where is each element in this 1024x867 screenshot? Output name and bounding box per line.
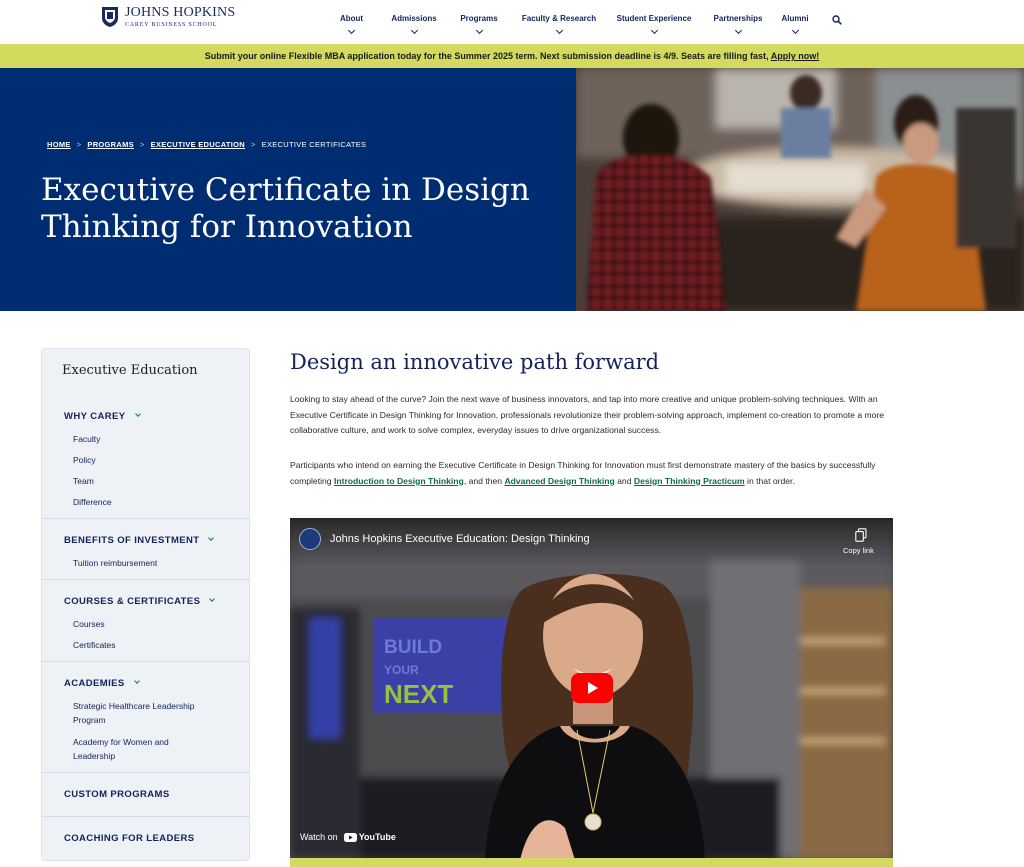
- intro-design-thinking-link[interactable]: Introduction to Design Thinking: [334, 476, 464, 486]
- nav-partnerships-label: Partnerships: [713, 14, 763, 23]
- copy-link-label[interactable]: Copy link: [843, 546, 874, 555]
- sidebar-link-policy[interactable]: Policy: [73, 453, 96, 467]
- chevron-down-icon: [134, 411, 141, 417]
- nav-about[interactable]: About: [330, 0, 373, 35]
- section-heading: Design an innovative path forward: [290, 350, 660, 374]
- nav-student-experience-label: Student Experience: [616, 14, 692, 23]
- shield-icon: [102, 7, 118, 27]
- nav-student-experience[interactable]: Student Experience: [608, 0, 700, 35]
- sidebar-heading-label: ACADEMIES: [64, 678, 125, 689]
- chevron-down-icon: [650, 26, 658, 35]
- hero: HOME > PROGRAMS > EXECUTIVE EDUCATION > …: [0, 68, 1024, 311]
- advanced-design-thinking-link[interactable]: Advanced Design Thinking: [504, 476, 614, 486]
- nav-admissions[interactable]: Admissions: [385, 0, 443, 35]
- sidebar-link-difference[interactable]: Difference: [73, 495, 112, 509]
- breadcrumb: HOME > PROGRAMS > EXECUTIVE EDUCATION > …: [47, 140, 366, 149]
- design-thinking-practicum-link[interactable]: Design Thinking Practicum: [634, 476, 745, 486]
- sidebar-section-benefits: BENEFITS OF INVESTMENT Tuition reimburse…: [42, 518, 249, 579]
- sidebar-section-why-carey: WHY CAREY Faculty Policy Team Difference: [42, 394, 249, 518]
- chevron-down-icon: [208, 535, 215, 541]
- sidebar-heading-academies[interactable]: ACADEMIES: [64, 678, 140, 689]
- copy-icon[interactable]: [855, 528, 867, 542]
- requirements-text: and: [614, 475, 634, 486]
- sidebar-section-courses: COURSES & CERTIFICATES Courses Certifica…: [42, 579, 249, 661]
- youtube-logo: YouTube: [343, 832, 396, 842]
- breadcrumb-separator: >: [139, 140, 145, 149]
- video-bottom-accent: [290, 858, 893, 867]
- hero-photo: [576, 68, 1024, 311]
- nav-faculty-research-label: Faculty & Research: [521, 14, 597, 23]
- channel-avatar[interactable]: [299, 528, 321, 550]
- chevron-down-icon: [734, 26, 742, 35]
- search-icon[interactable]: [832, 15, 842, 25]
- chevron-down-icon: [133, 678, 140, 684]
- youtube-icon: [343, 832, 357, 842]
- sidebar-link-faculty[interactable]: Faculty: [73, 432, 100, 446]
- apply-now-link[interactable]: Apply now!: [771, 51, 820, 61]
- chevron-down-icon: [410, 26, 418, 35]
- breadcrumb-separator: >: [76, 140, 82, 149]
- breadcrumb-separator: >: [250, 140, 256, 149]
- screen-text-next: NEXT: [384, 679, 453, 709]
- site-header: JOHNS HOPKINS CAREY BUSINESS SCHOOL Abou…: [0, 0, 1024, 44]
- nav-alumni[interactable]: Alumni: [776, 0, 814, 35]
- breadcrumb-executive-education[interactable]: EXECUTIVE EDUCATION: [151, 140, 245, 149]
- sidebar-link-team[interactable]: Team: [73, 474, 94, 488]
- page-title: Executive Certificate in Design Thinking…: [41, 172, 530, 245]
- sidebar-heading-label: COURSES & CERTIFICATES: [64, 596, 201, 607]
- play-icon[interactable]: [571, 673, 613, 703]
- sidebar-link-tuition-reimbursement[interactable]: Tuition reimbursement: [73, 556, 157, 570]
- youtube-wordmark: YouTube: [358, 832, 396, 842]
- breadcrumb-current: EXECUTIVE CERTIFICATES: [261, 140, 367, 149]
- chevron-down-icon: [791, 26, 799, 35]
- sidebar-link-academy-women[interactable]: Academy for Women and Leadership: [73, 735, 203, 763]
- requirements-text: , and then: [463, 475, 505, 486]
- sidebar-heading-coaching[interactable]: COACHING FOR LEADERS: [64, 833, 194, 844]
- chevron-down-icon: [555, 26, 563, 35]
- nav-programs[interactable]: Programs: [453, 0, 505, 35]
- sidebar-section-coaching: COACHING FOR LEADERS: [42, 816, 249, 860]
- hero-panel: HOME > PROGRAMS > EXECUTIVE EDUCATION > …: [0, 68, 576, 311]
- intro-paragraph: Looking to stay ahead of the curve? Join…: [290, 394, 885, 435]
- video-title[interactable]: Johns Hopkins Executive Education: Desig…: [330, 533, 590, 545]
- brand-subtitle: CAREY BUSINESS SCHOOL: [125, 22, 218, 28]
- sidebar-heading-label: BENEFITS OF INVESTMENT: [64, 535, 200, 546]
- nav-admissions-label: Admissions: [391, 14, 437, 23]
- nav-about-label: About: [339, 14, 364, 23]
- watch-on-youtube[interactable]: Watch on YouTube: [300, 832, 396, 842]
- sidebar-heading-courses[interactable]: COURSES & CERTIFICATES: [64, 596, 216, 607]
- sidebar-heading-label: WHY CAREY: [64, 411, 126, 422]
- alert-text: Submit your online Flexible MBA applicat…: [204, 51, 769, 61]
- sidebar-link-strategic-healthcare[interactable]: Strategic Healthcare Leadership Program: [73, 699, 223, 727]
- sidebar-heading-custom-programs[interactable]: CUSTOM PROGRAMS: [64, 789, 170, 800]
- alert-banner: Submit your online Flexible MBA applicat…: [0, 44, 1024, 68]
- breadcrumb-programs[interactable]: PROGRAMS: [87, 140, 134, 149]
- nav-faculty-research[interactable]: Faculty & Research: [516, 0, 602, 35]
- breadcrumb-home[interactable]: HOME: [47, 140, 71, 149]
- sidebar-heading-why-carey[interactable]: WHY CAREY: [64, 411, 141, 422]
- watch-on-label: Watch on: [300, 832, 338, 842]
- requirements-text: in that order.: [744, 475, 795, 486]
- sidebar-title: Executive Education: [62, 363, 198, 378]
- sidebar-section-custom-programs: CUSTOM PROGRAMS: [42, 772, 249, 816]
- jhu-logo[interactable]: JOHNS HOPKINS CAREY BUSINESS SCHOOL: [100, 6, 235, 28]
- screen-text-build: BUILD: [384, 637, 442, 658]
- screen-text-your: YOUR: [384, 663, 419, 677]
- video-player[interactable]: BUILD YOUR NEXT Johns Hopkins Executive …: [290, 518, 893, 860]
- sidebar-heading-benefits[interactable]: BENEFITS OF INVESTMENT: [64, 535, 215, 546]
- sidebar-link-certificates[interactable]: Certificates: [73, 638, 116, 652]
- chevron-down-icon: [347, 26, 356, 35]
- sidebar-section-academies: ACADEMIES Strategic Healthcare Leadershi…: [42, 661, 249, 772]
- brand-name: JOHNS HOPKINS: [125, 5, 236, 20]
- chevron-down-icon: [475, 26, 483, 35]
- requirements-paragraph: Participants who intend on earning the E…: [290, 458, 900, 489]
- sidebar-link-courses[interactable]: Courses: [73, 617, 105, 631]
- hero-photo-illustration: [576, 68, 1024, 311]
- nav-partnerships[interactable]: Partnerships: [706, 0, 770, 35]
- chevron-down-icon: [209, 596, 216, 602]
- sidebar: Executive Education WHY CAREY Faculty Po…: [41, 348, 250, 861]
- main-nav: About Admissions Programs Faculty & Rese…: [330, 0, 814, 44]
- nav-programs-label: Programs: [460, 14, 498, 23]
- nav-alumni-label: Alumni: [781, 14, 809, 23]
